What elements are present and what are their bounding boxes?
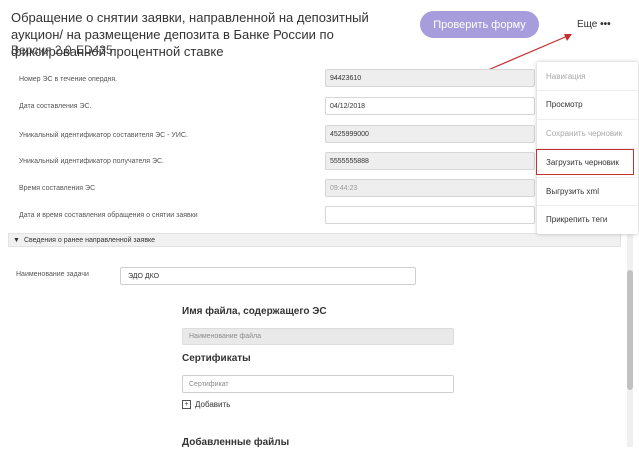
more-dropdown-menu: Навигация Просмотр Сохранить черновик За… (537, 62, 638, 234)
menu-item-preview[interactable]: Просмотр (537, 90, 638, 118)
certs-heading: Сертификаты (182, 353, 251, 364)
caret-down-icon: ▼ (13, 236, 20, 244)
certificate-field[interactable]: Сертификат (182, 375, 454, 393)
row-label-recipient-id: Уникальный идентификатор получателя ЭС. (19, 158, 164, 165)
plus-icon: + (182, 400, 191, 409)
recipient-id-field[interactable]: 5555555888 (325, 152, 535, 170)
scrollbar-thumb[interactable] (627, 270, 633, 390)
more-menu-button[interactable]: Еще ••• (577, 19, 611, 30)
row-label-date: Дата составления ЭС. (19, 103, 92, 110)
file-name-field[interactable]: Наименование файла (182, 328, 454, 345)
add-certificate-button[interactable]: + Добавить (182, 400, 230, 409)
added-files-heading: Добавленные файлы (182, 437, 290, 448)
section-toggle[interactable]: ▼ Сведения о ранее направленной заявке (8, 233, 621, 247)
message-number-field[interactable]: 94423610 (325, 69, 535, 87)
row-label-sender-id: Уникальный идентификатор составителя ЭС … (19, 132, 188, 139)
more-label: Еще (577, 19, 598, 30)
menu-item-save-draft[interactable]: Сохранить черновик (537, 119, 638, 147)
row-label-time: Время составления ЭС (19, 185, 96, 192)
highlight-frame (536, 149, 634, 175)
date-field[interactable]: 04/12/2018 (325, 97, 535, 115)
row-label-withdraw-datetime: Дата и время составления обращения о сня… (19, 212, 198, 219)
time-field[interactable]: 09:44:23 (325, 179, 535, 197)
sender-id-field[interactable]: 4525999000 (325, 125, 535, 143)
withdraw-datetime-field[interactable] (325, 206, 535, 224)
task-field[interactable]: ЭДО ДКО (120, 267, 416, 285)
menu-item-export-xml[interactable]: Выгрузить xml (537, 177, 638, 205)
menu-item-navigation[interactable]: Навигация (537, 62, 638, 90)
menu-item-attach-tags[interactable]: Прикрепить теги (537, 205, 638, 233)
section-title: Сведения о ранее направленной заявке (23, 236, 156, 244)
file-heading: Имя файла, содержащего ЭС (182, 306, 327, 317)
row-label-message-number: Номер ЭС в течение опердня. (19, 76, 118, 83)
form-code: ED435 (76, 43, 113, 57)
task-label: Наименование задачи (16, 271, 89, 278)
version-label: Версия 2.0 (11, 43, 72, 57)
add-label: Добавить (195, 400, 231, 409)
more-dots-icon: ••• (600, 19, 611, 30)
